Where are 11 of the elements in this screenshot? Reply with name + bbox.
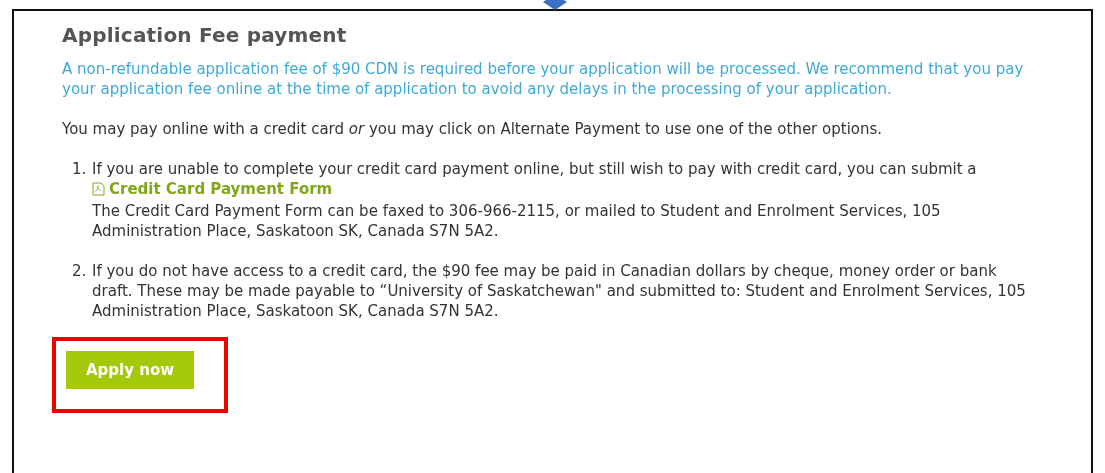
section-title: Application Fee payment — [62, 23, 348, 47]
pdf-icon — [92, 182, 105, 196]
option-text: If you do not have access to a credit card, the $90 fee may be paid in Canadian dollars by cheque, money order or bank draft. These may be made payable to “University of Saskatchewan" and submitted to: Student and Enrolment Services, 105 Administration Place, Saskatoon SK, Canada S7N 5A2. — [92, 262, 1026, 320]
option-text: If you are unable to complete your credit card payment online, but still wish to pay with credit card, you can submit a — [92, 160, 977, 178]
payment-form-link[interactable]: Credit Card Payment Form — [92, 179, 333, 199]
apply-button[interactable]: Apply now — [66, 351, 195, 389]
list-number: 2. — [72, 261, 88, 282]
option-text: The Credit Card Payment Form can be faxed to 306-966-2115, or mailed to Student and Enrolment Services, 105 Administration Place, Saskatoon SK, Canada S7N 5A2. — [92, 201, 942, 241]
list-number: 1. — [72, 159, 88, 180]
intro-text: You may pay online with a credit card or you may click on Alternate Payment to use one of the other options. — [62, 119, 884, 139]
fee-notice: A non-refundable application fee of $90 CDN is required before your application will be processed. We recommend that you pay your application fee online at the time of application to avoid any delays in the processing of your application. — [62, 59, 1025, 99]
